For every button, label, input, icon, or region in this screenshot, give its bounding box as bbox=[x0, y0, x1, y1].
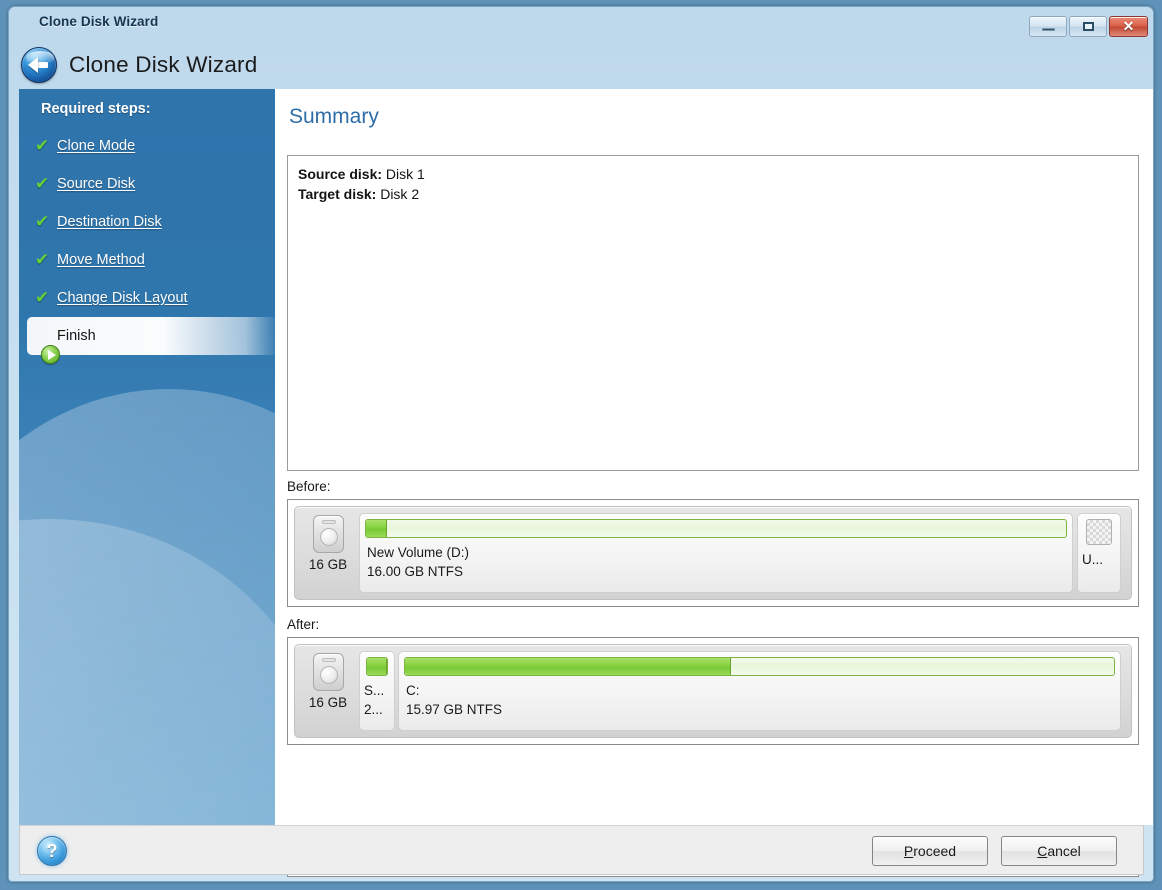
green-arrow-icon bbox=[41, 345, 60, 364]
help-glyph: ? bbox=[46, 840, 58, 861]
disk-size-label: 16 GB bbox=[308, 695, 348, 710]
title-bar: Clone Disk Wizard ✕ bbox=[9, 7, 1153, 41]
minimize-icon bbox=[1030, 17, 1066, 36]
sidebar-item-move-method[interactable]: ✔ Move Method bbox=[19, 241, 275, 279]
partition-usage-fill bbox=[366, 520, 387, 537]
sidebar-steps-list: ✔ Clone Mode ✔ Source Disk ✔ Destination… bbox=[19, 127, 275, 364]
disk-row: 16 GB S... 2... C: 15.97 GB NTFS bbox=[294, 644, 1132, 738]
back-arrow-icon[interactable] bbox=[21, 47, 57, 83]
sidebar-item-change-disk-layout[interactable]: ✔ Change Disk Layout bbox=[19, 279, 275, 317]
disk-info: 16 GB bbox=[302, 513, 354, 593]
footer-bar: ? Proceed Cancel bbox=[19, 825, 1144, 875]
partition-name: New Volume (D:) bbox=[367, 545, 470, 560]
partition-system-reserved[interactable]: S... 2... bbox=[359, 651, 395, 731]
maximize-button[interactable] bbox=[1069, 16, 1107, 37]
summary-source-disk: Source disk: Disk 1 bbox=[288, 156, 1138, 184]
summary-source-value: Disk 1 bbox=[385, 166, 425, 182]
sidebar-item-label: Move Method bbox=[57, 252, 145, 268]
cancel-label-rest: ancel bbox=[1047, 843, 1081, 859]
partition-usage-bar bbox=[404, 657, 1115, 676]
green-check-icon: ✔ bbox=[35, 249, 50, 270]
partition-name: U... bbox=[1082, 552, 1104, 567]
main-content: Summary Source disk: Disk 1 Target disk:… bbox=[275, 89, 1153, 877]
unallocated-pattern-icon bbox=[1086, 519, 1112, 545]
partition-details: 16.00 GB NTFS bbox=[367, 564, 464, 579]
sidebar-item-label: Source Disk bbox=[57, 176, 136, 192]
partition-details: 15.97 GB NTFS bbox=[406, 702, 503, 717]
sidebar-item-label: Clone Mode bbox=[57, 138, 136, 154]
sidebar-item-label: Change Disk Layout bbox=[57, 290, 188, 306]
partition-usage-fill bbox=[367, 658, 387, 675]
after-disk-map: 16 GB S... 2... C: 15.97 GB NTFS bbox=[287, 637, 1139, 745]
proceed-button[interactable]: Proceed bbox=[872, 836, 988, 866]
sidebar-item-finish[interactable]: Finish bbox=[27, 317, 275, 364]
summary-source-label: Source disk: bbox=[298, 166, 383, 182]
summary-target-label: Target disk: bbox=[298, 186, 377, 202]
maximize-icon bbox=[1070, 17, 1106, 36]
partition-details: 2... bbox=[364, 702, 383, 717]
partition-usage-fill bbox=[405, 658, 732, 675]
disk-size-label: 16 GB bbox=[308, 557, 348, 572]
before-section-label: Before: bbox=[287, 479, 331, 494]
proceed-accelerator: P bbox=[903, 843, 914, 859]
after-section-label: After: bbox=[287, 617, 320, 632]
minimize-button[interactable] bbox=[1029, 16, 1067, 37]
page-title: Summary bbox=[289, 105, 379, 128]
hard-disk-icon bbox=[312, 515, 344, 553]
partition-c[interactable]: C: 15.97 GB NTFS bbox=[398, 651, 1121, 731]
help-question-icon[interactable]: ? bbox=[37, 836, 67, 866]
sidebar-item-label: Destination Disk bbox=[57, 214, 162, 230]
sidebar: Required steps: ✔ Clone Mode ✔ Source Di… bbox=[19, 89, 275, 825]
sidebar-item-label: Finish bbox=[57, 328, 96, 344]
hard-disk-icon bbox=[312, 653, 344, 691]
green-check-icon: ✔ bbox=[35, 173, 50, 194]
partition-usage-bar bbox=[366, 657, 388, 676]
summary-box: Source disk: Disk 1 Target disk: Disk 2 bbox=[287, 155, 1139, 471]
green-check-icon: ✔ bbox=[35, 135, 50, 156]
page-heading: Clone Disk Wizard bbox=[69, 52, 258, 77]
partition-name: S... bbox=[364, 683, 385, 698]
sidebar-item-clone-mode[interactable]: ✔ Clone Mode bbox=[19, 127, 275, 165]
cancel-button[interactable]: Cancel bbox=[1001, 836, 1117, 866]
close-button[interactable]: ✕ bbox=[1109, 16, 1148, 37]
close-icon: ✕ bbox=[1122, 18, 1135, 34]
clone-disk-wizard-window: Clone Disk Wizard ✕ Clone Disk Wizard Re… bbox=[8, 6, 1154, 882]
sidebar-heading: Required steps: bbox=[41, 101, 151, 117]
window-title: Clone Disk Wizard bbox=[39, 14, 159, 29]
wizard-header: Clone Disk Wizard bbox=[9, 41, 1153, 89]
summary-target-disk: Target disk: Disk 2 bbox=[288, 184, 1138, 204]
proceed-label-rest: roceed bbox=[913, 843, 957, 859]
disk-info: 16 GB bbox=[302, 651, 354, 731]
green-check-icon: ✔ bbox=[35, 211, 50, 232]
sidebar-item-source-disk[interactable]: ✔ Source Disk bbox=[19, 165, 275, 203]
green-check-icon: ✔ bbox=[35, 287, 50, 308]
disk-row: 16 GB New Volume (D:) 16.00 GB NTFS U... bbox=[294, 506, 1132, 600]
before-disk-map: 16 GB New Volume (D:) 16.00 GB NTFS U... bbox=[287, 499, 1139, 607]
partition-usage-bar bbox=[365, 519, 1067, 538]
cancel-accelerator: C bbox=[1037, 843, 1048, 859]
partition-name: C: bbox=[406, 683, 420, 698]
partition-new-volume-d[interactable]: New Volume (D:) 16.00 GB NTFS bbox=[359, 513, 1073, 593]
partition-unallocated[interactable]: U... bbox=[1077, 513, 1121, 593]
summary-target-value: Disk 2 bbox=[380, 186, 420, 202]
sidebar-item-destination-disk[interactable]: ✔ Destination Disk bbox=[19, 203, 275, 241]
